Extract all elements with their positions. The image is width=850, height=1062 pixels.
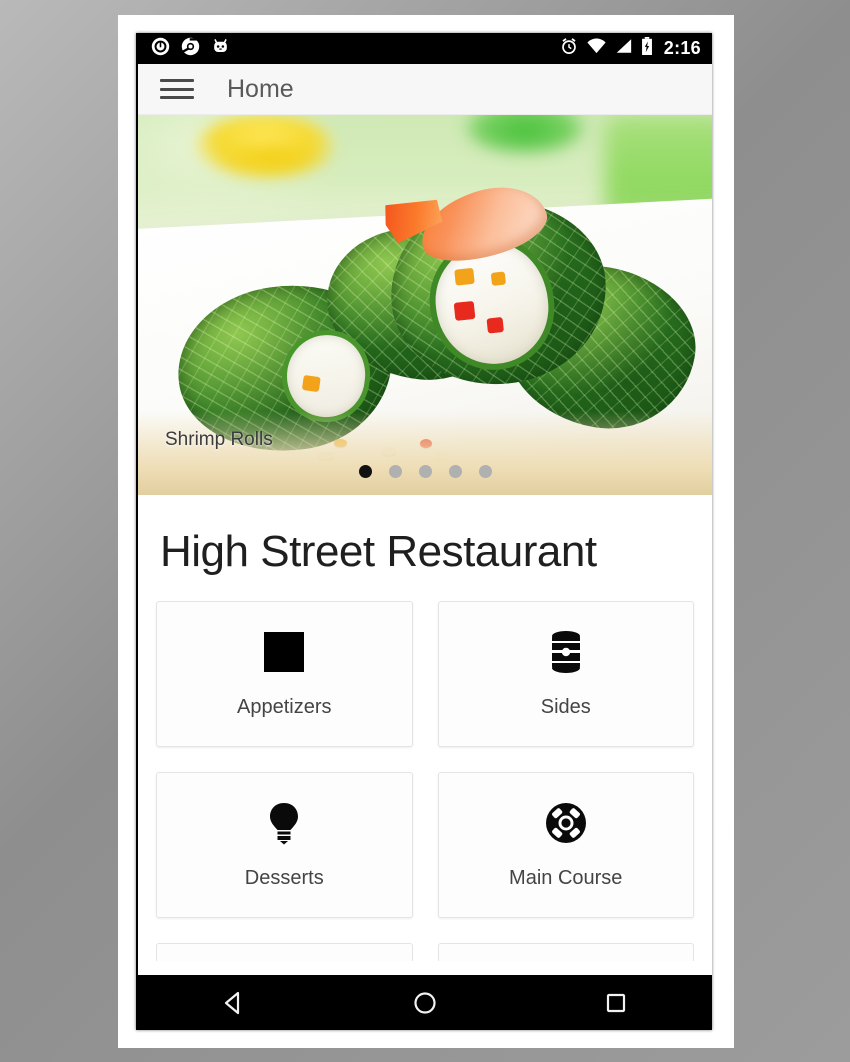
category-card-appetizers[interactable]: Appetizers: [156, 601, 413, 747]
photo-yellow-dish-core: [212, 137, 331, 178]
photo-carrot-dice: [455, 267, 476, 286]
home-circle-icon[interactable]: [390, 981, 460, 1025]
carousel-page-indicator: [138, 465, 712, 478]
category-grid-next-row-peek: [156, 943, 694, 961]
hamburger-menu-icon[interactable]: [160, 76, 194, 102]
android-navigation-bar: [138, 975, 712, 1030]
category-card-partial[interactable]: [156, 943, 413, 961]
hero-carousel[interactable]: Shrimp Rolls: [138, 115, 712, 495]
status-bar-right-icons: 2:16: [560, 37, 701, 60]
main-content: High Street Restaurant Appetizers Sides …: [138, 495, 712, 961]
category-card-desserts[interactable]: Desserts: [156, 772, 413, 918]
black-square-placeholder-icon: [264, 630, 305, 674]
page-title: Home: [227, 74, 294, 103]
back-triangle-icon[interactable]: [199, 981, 269, 1025]
photo-carrot-dice: [302, 374, 322, 393]
hamburger-line: [160, 79, 194, 82]
status-bar: 2:16: [138, 33, 712, 64]
alarm-clock-icon: [560, 37, 578, 60]
hamburger-line: [160, 96, 194, 99]
category-card-label: Desserts: [244, 866, 324, 889]
lifebuoy-icon: [544, 801, 588, 845]
photo-table-edge: [138, 411, 712, 495]
hero-caption: Shrimp Rolls: [165, 429, 273, 450]
chrome-icon: [181, 37, 200, 61]
carousel-dot-2[interactable]: [388, 465, 402, 478]
carousel-dot-1[interactable]: [358, 465, 372, 478]
carousel-dot-3[interactable]: [418, 465, 432, 478]
lightbulb-icon: [267, 801, 301, 845]
photo-red-pepper-dice: [454, 301, 476, 322]
recents-square-icon[interactable]: [581, 981, 651, 1025]
paper-frame: 2:16 Home Shrimp Rolls High Street Resta…: [118, 15, 734, 1048]
photo-red-pepper-dice: [487, 317, 505, 335]
status-bar-left-icons: [151, 37, 230, 61]
cellular-signal-icon: [615, 38, 632, 59]
category-card-label: Appetizers: [237, 695, 332, 718]
carousel-dot-5[interactable]: [478, 465, 492, 478]
photo-carrot-dice: [491, 271, 507, 286]
phone-screen: 2:16 Home Shrimp Rolls High Street Resta…: [138, 33, 712, 1030]
restaurant-name: High Street Restaurant: [160, 527, 597, 576]
status-bar-clock: 2:16: [663, 38, 701, 58]
category-card-label: Main Course: [509, 866, 623, 889]
category-card-partial[interactable]: [437, 943, 694, 961]
android-robot-icon: [211, 37, 230, 61]
category-card-label: Sides: [540, 695, 591, 718]
category-card-main-course[interactable]: Main Course: [437, 772, 694, 918]
category-card-sides[interactable]: Sides: [437, 601, 694, 747]
tofu-glyph: [264, 631, 305, 672]
phone-device: 2:16 Home Shrimp Rolls High Street Resta…: [136, 33, 712, 1030]
app-bar: Home: [138, 64, 712, 115]
carousel-dot-4[interactable]: [448, 465, 462, 478]
wifi-icon: [587, 38, 606, 59]
battery-charging-icon: [641, 37, 653, 60]
barrel-icon: [547, 630, 585, 674]
power-circle-icon: [151, 37, 170, 61]
hamburger-line: [160, 87, 194, 91]
category-grid: Appetizers Sides Desserts Main Course: [156, 601, 694, 918]
